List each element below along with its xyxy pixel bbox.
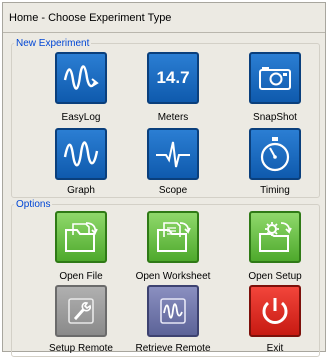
snapshot-button[interactable] [249,52,301,104]
graph-button[interactable] [55,128,107,180]
home-window: Home - Choose Experiment Type New Experi… [2,2,326,357]
timing-label: Timing [260,185,290,196]
title-divider [3,32,325,33]
retrieve-remote-icon [155,294,191,328]
easylog-label: EasyLog [61,112,101,123]
easylog-wave-icon [62,62,100,94]
wrench-icon [63,294,99,328]
open-file-label: Open File [59,271,103,282]
open-file-button[interactable] [55,211,107,263]
open-setup-button[interactable] [249,211,301,263]
new-experiment-legend: New Experiment [16,38,90,49]
options-legend: Options [16,199,51,210]
meters-button[interactable]: 14.7 [147,52,199,104]
stopwatch-icon [257,135,293,173]
graph-label: Graph [67,185,95,196]
open-file-icon [62,220,100,254]
open-setup-icon [256,220,294,254]
open-worksheet-button[interactable] [147,211,199,263]
open-worksheet-label: Open Worksheet [135,271,211,282]
open-setup-label: Open Setup [248,271,302,282]
meters-label: Meters [157,112,189,123]
open-worksheet-icon [154,220,192,254]
meters-readout-icon: 14.7 [156,68,190,87]
snapshot-label: SnapShot [253,112,297,123]
exit-label: Exit [266,343,284,354]
easylog-button[interactable] [55,52,107,104]
scope-label: Scope [158,185,188,196]
setup-remote-button[interactable] [55,285,107,337]
retrieve-remote-button[interactable] [147,285,199,337]
setup-remote-label: Setup Remote [49,343,113,354]
page-title: Home - Choose Experiment Type [9,12,172,24]
scope-pulse-icon [154,137,192,171]
graph-wave-icon [62,137,100,171]
exit-button[interactable] [249,285,301,337]
camera-icon [257,64,293,92]
timing-button[interactable] [249,128,301,180]
retrieve-remote-label: Retrieve Remote [135,343,211,354]
power-icon [257,293,293,329]
scope-button[interactable] [147,128,199,180]
